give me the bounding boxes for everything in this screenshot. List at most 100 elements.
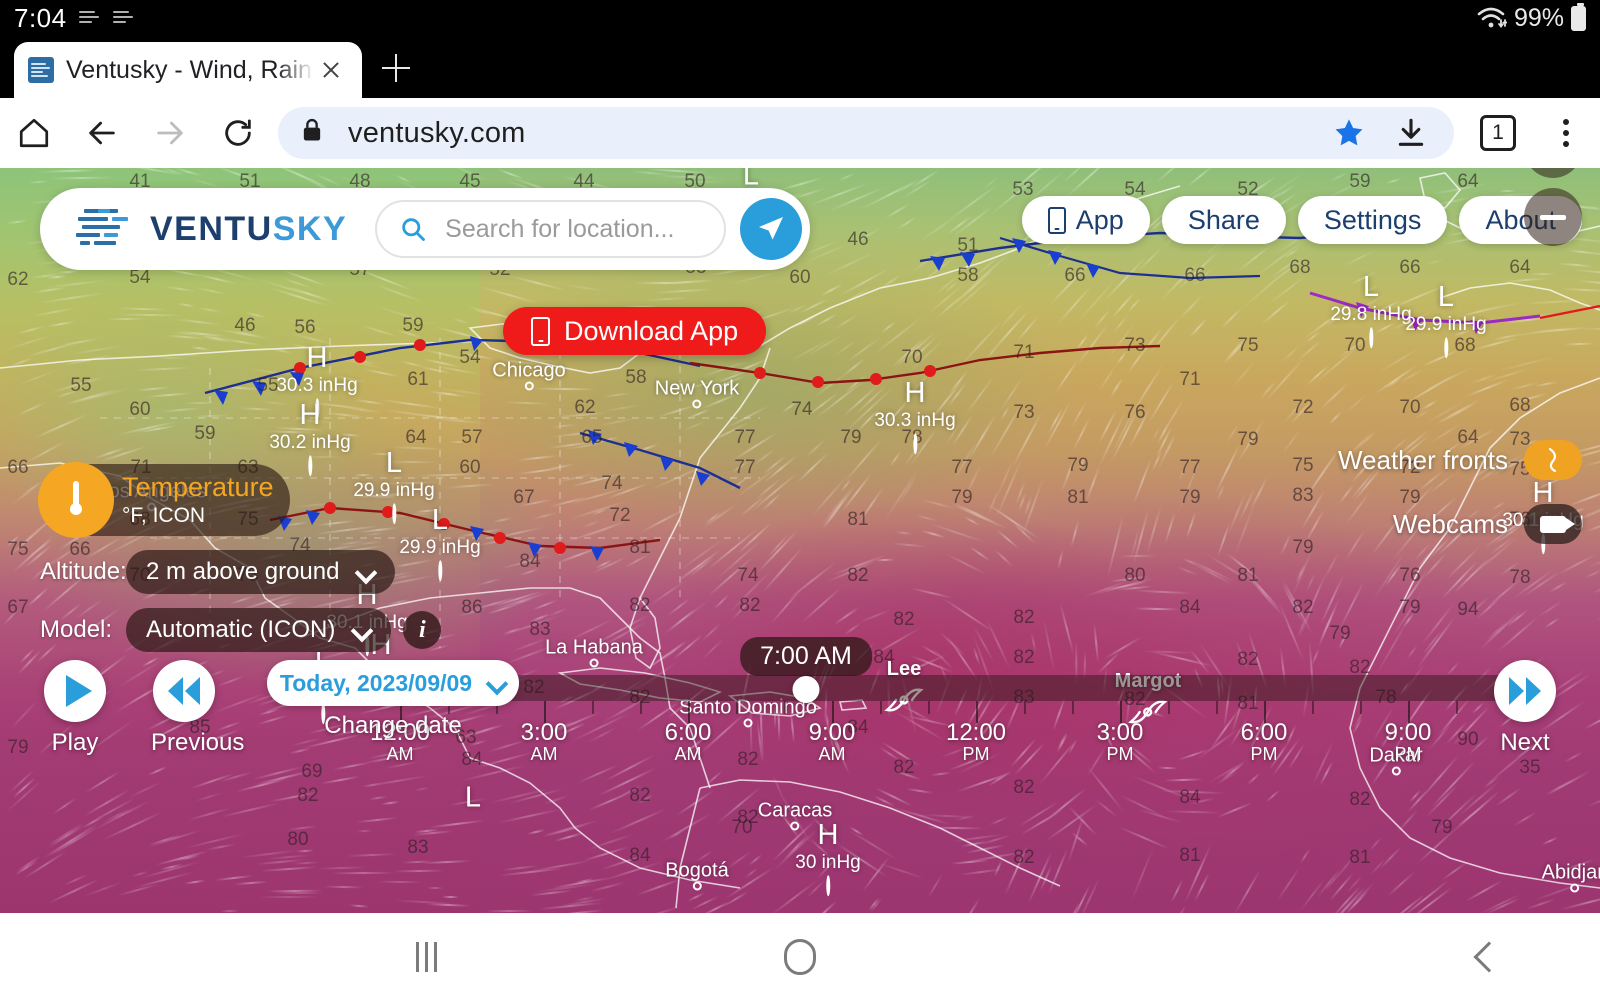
nav-button-app[interactable]: App: [1021, 196, 1150, 244]
nav-button-label: App: [1075, 204, 1124, 235]
search-input[interactable]: Search for location...: [375, 200, 726, 258]
date-selector[interactable]: Today, 2023/09/09: [267, 660, 519, 706]
timeline-handle[interactable]: [792, 676, 820, 703]
tick-meridiem: AM: [674, 744, 702, 765]
date-value: Today, 2023/09/09: [279, 669, 473, 696]
pressure-value: 30 inHg: [795, 852, 861, 874]
next-button[interactable]: Next: [1492, 660, 1558, 757]
browser-toolbar: ventusky.com 1: [0, 98, 1600, 168]
timeline-tick-minor: [1360, 701, 1362, 714]
layer-settings-panel: Temperature °F, ICON Altitude: 2 m above…: [38, 462, 442, 652]
map-layer-toggles: Weather fronts Webcams: [1338, 440, 1582, 568]
city-marker-dot: [790, 821, 800, 831]
play-button[interactable]: Play: [42, 660, 108, 757]
three-dot-menu-icon[interactable]: [1532, 99, 1600, 167]
tick-hour: 3:00: [1096, 719, 1144, 746]
timeline-tick-label: 6:00 AM: [665, 720, 712, 764]
tick-meridiem: PM: [1106, 744, 1134, 765]
home-pill-icon[interactable]: [784, 938, 816, 975]
weather-fronts-toggle[interactable]: Weather fronts: [1338, 440, 1582, 480]
previous-button[interactable]: Previous: [151, 660, 245, 757]
chevron-down-icon: [353, 621, 371, 639]
altitude-row: Altitude: 2 m above ground: [40, 550, 441, 594]
recent-apps-icon[interactable]: [416, 941, 437, 972]
pressure-system-type: H: [904, 377, 926, 410]
pressure-system-type: L: [1437, 281, 1455, 314]
timeline-tick-minor: [1312, 701, 1314, 714]
back-arrow-icon[interactable]: [68, 99, 136, 167]
model-label: Model:: [40, 616, 113, 643]
pressure-center-marker: [826, 874, 830, 896]
nav-button-label: Settings: [1323, 204, 1422, 235]
tab-count-button[interactable]: 1: [1464, 99, 1532, 167]
webcams-label: Webcams: [1392, 508, 1508, 539]
next-icon: [1494, 660, 1556, 722]
forward-arrow-icon: [136, 99, 204, 167]
weather-fronts-label: Weather fronts: [1337, 444, 1508, 475]
nav-button-share[interactable]: Share: [1161, 196, 1286, 244]
plus-icon[interactable]: [380, 52, 412, 84]
previous-label: Previous: [151, 729, 245, 756]
timeline-track[interactable]: [400, 675, 1550, 701]
timeline-tick-minor: [880, 701, 882, 714]
timeline-current-time: 7:00 AM: [740, 637, 872, 676]
omnibox-actions: [1318, 107, 1442, 159]
timeline-tick-label: 12:00 PM: [946, 720, 1006, 764]
video-camera-icon[interactable]: [1524, 504, 1582, 544]
pressure-value: 29.8 inHg: [1330, 304, 1412, 326]
address-bar[interactable]: ventusky.com: [278, 107, 1454, 159]
model-value: Automatic (ICON): [146, 616, 336, 643]
battery-percent-label: 99%: [1513, 3, 1564, 32]
ventusky-top-nav: App Share Settings About: [1021, 196, 1582, 244]
browser-tab[interactable]: Ventusky - Wind, Rain: [14, 42, 362, 98]
download-app-button[interactable]: Download App: [503, 307, 767, 355]
layer-title: Temperature: [122, 471, 274, 502]
battery-icon: [1571, 2, 1586, 31]
play-label: Play: [51, 729, 99, 756]
tick-meridiem: AM: [530, 744, 558, 765]
pressure-center-marker: [1369, 326, 1373, 348]
home-icon[interactable]: [0, 99, 68, 167]
pressure-value: 30.3 inHg: [276, 375, 358, 397]
info-icon[interactable]: i: [403, 611, 442, 649]
tick-meridiem: AM: [818, 744, 846, 765]
tab-count-label: 1: [1480, 115, 1516, 151]
weather-front-icon[interactable]: [1524, 440, 1582, 480]
timeline-tick-label: 9:00 AM: [809, 720, 856, 764]
webcams-toggle[interactable]: Webcams: [1338, 504, 1582, 544]
close-icon[interactable]: [314, 53, 348, 87]
phone-icon: [531, 316, 550, 346]
nav-button-label: Share: [1187, 204, 1260, 235]
city-marker-dot: [692, 399, 702, 409]
timeline-tick-label: 6:00 PM: [1241, 720, 1288, 764]
pressure-system-low: L: [464, 781, 482, 814]
download-icon[interactable]: [1380, 107, 1442, 159]
timeline-tick-minor: [640, 701, 642, 714]
navigation-arrow-icon[interactable]: [740, 198, 802, 260]
zoom-out-button[interactable]: [1524, 188, 1582, 246]
tick-hour: 6:00: [1240, 719, 1288, 746]
star-icon[interactable]: [1318, 107, 1380, 159]
model-select[interactable]: Automatic (ICON): [126, 608, 392, 652]
download-app-label: Download App: [564, 315, 739, 346]
pressure-system-type: L: [464, 781, 482, 814]
pressure-center-marker: [913, 432, 917, 454]
android-nav-bar: [0, 913, 1600, 1000]
nav-button-settings[interactable]: Settings: [1297, 196, 1448, 244]
next-label: Next: [1500, 729, 1550, 756]
model-row: Model: Automatic (ICON) i: [40, 608, 442, 652]
map-city-label: Caracas: [758, 800, 832, 831]
notification-bubble-icon: [78, 7, 101, 29]
altitude-select[interactable]: 2 m above ground: [126, 550, 396, 594]
timeline-tick-minor: [928, 701, 930, 714]
active-layer-button[interactable]: Temperature °F, ICON: [38, 462, 290, 538]
wind-streaks-icon: [76, 207, 138, 251]
pressure-system-high: H 30 inHg: [795, 821, 861, 896]
pressure-system-low: L 29.9 inHg: [1405, 281, 1487, 358]
reload-icon[interactable]: [204, 99, 272, 167]
tick-hour: 3:00: [520, 719, 568, 746]
pressure-value: 30.3 inHg: [874, 410, 956, 432]
logo-secondary-text: SKY: [272, 209, 348, 248]
back-chevron-icon[interactable]: [1473, 940, 1505, 973]
tick-hour: 6:00: [664, 719, 712, 746]
